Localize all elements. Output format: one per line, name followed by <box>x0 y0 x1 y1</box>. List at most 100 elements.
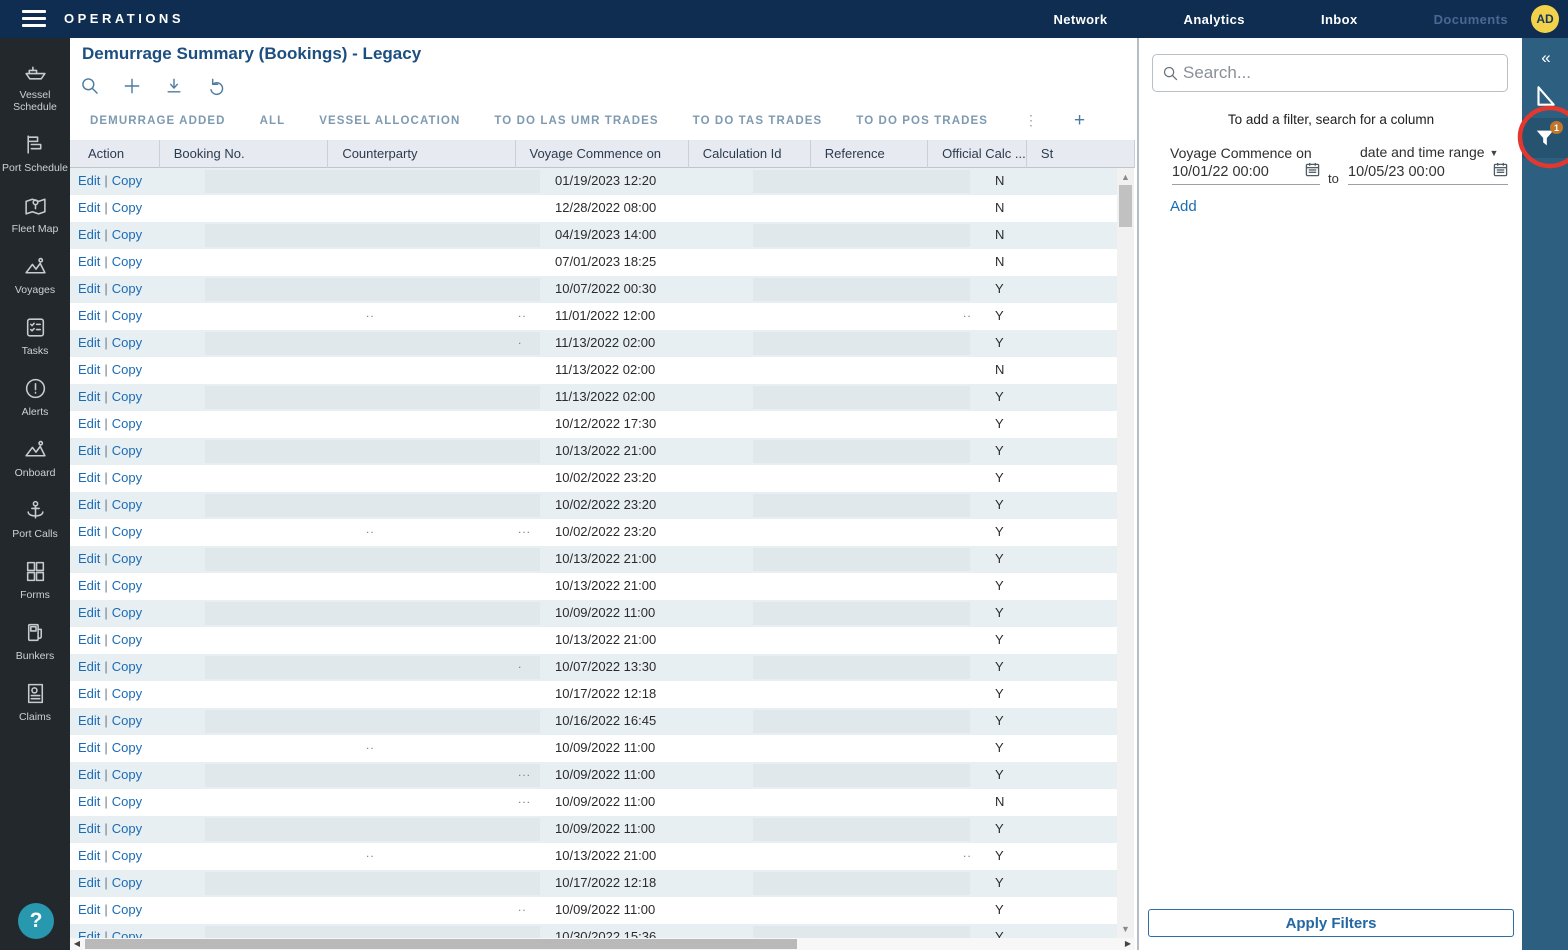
copy-link[interactable]: Copy <box>112 902 142 917</box>
scroll-down-arrow[interactable]: ▼ <box>1117 922 1134 936</box>
sidebar-item-forms[interactable]: Forms <box>0 550 70 611</box>
edit-link[interactable]: Edit <box>78 281 100 296</box>
collapse-panel-icon[interactable]: « <box>1522 48 1568 74</box>
copy-link[interactable]: Copy <box>112 227 142 242</box>
nav-item-documents[interactable]: Documents <box>1434 12 1508 27</box>
tab-to-do-las-umr-trades[interactable]: TO DO LAS UMR TRADES <box>494 115 658 127</box>
edit-link[interactable]: Edit <box>78 713 100 728</box>
measure-triangle-icon[interactable] <box>1532 83 1558 114</box>
copy-link[interactable]: Copy <box>112 200 142 215</box>
horizontal-scrollbar[interactable]: ◀ ▶ <box>70 938 1135 950</box>
date-to-input[interactable] <box>1348 162 1458 184</box>
hamburger-menu-icon[interactable] <box>22 10 46 27</box>
edit-link[interactable]: Edit <box>78 767 100 782</box>
horizontal-scroll-thumb[interactable] <box>85 939 797 949</box>
copy-link[interactable]: Copy <box>112 443 142 458</box>
copy-link[interactable]: Copy <box>112 308 142 323</box>
copy-link[interactable]: Copy <box>112 767 142 782</box>
edit-link[interactable]: Edit <box>78 929 100 938</box>
column-header-booking-no[interactable]: Booking No. <box>160 140 329 168</box>
copy-link[interactable]: Copy <box>112 740 142 755</box>
edit-link[interactable]: Edit <box>78 173 100 188</box>
nav-item-analytics[interactable]: Analytics <box>1184 12 1245 27</box>
apply-filters-button[interactable]: Apply Filters <box>1148 909 1514 937</box>
copy-link[interactable]: Copy <box>112 254 142 269</box>
copy-link[interactable]: Copy <box>112 389 142 404</box>
copy-link[interactable]: Copy <box>112 281 142 296</box>
edit-link[interactable]: Edit <box>78 632 100 647</box>
copy-link[interactable]: Copy <box>112 632 142 647</box>
copy-link[interactable]: Copy <box>112 875 142 890</box>
edit-link[interactable]: Edit <box>78 659 100 674</box>
sidebar-item-port-schedule[interactable]: Port Schedule <box>0 123 70 184</box>
copy-link[interactable]: Copy <box>112 578 142 593</box>
column-header-action[interactable]: Action <box>70 140 160 168</box>
copy-link[interactable]: Copy <box>112 497 142 512</box>
edit-link[interactable]: Edit <box>78 821 100 836</box>
edit-link[interactable]: Edit <box>78 740 100 755</box>
copy-link[interactable]: Copy <box>112 929 142 938</box>
add-icon[interactable] <box>120 74 144 98</box>
copy-link[interactable]: Copy <box>112 848 142 863</box>
copy-link[interactable]: Copy <box>112 794 142 809</box>
edit-link[interactable]: Edit <box>78 551 100 566</box>
tab-to-do-tas-trades[interactable]: TO DO TAS TRADES <box>693 115 823 127</box>
add-filter-link[interactable]: Add <box>1170 198 1197 215</box>
column-header-counterparty[interactable]: Counterparty <box>328 140 515 168</box>
date-from-input[interactable] <box>1172 162 1282 184</box>
edit-link[interactable]: Edit <box>78 686 100 701</box>
edit-link[interactable]: Edit <box>78 524 100 539</box>
search-icon[interactable] <box>78 74 102 98</box>
calendar-icon[interactable] <box>1493 162 1508 184</box>
sidebar-item-bunkers[interactable]: Bunkers <box>0 611 70 672</box>
edit-link[interactable]: Edit <box>78 416 100 431</box>
column-header-reference[interactable]: Reference <box>811 140 928 168</box>
filter-range-type-dropdown[interactable]: date and time range▼ <box>1360 144 1498 160</box>
copy-link[interactable]: Copy <box>112 470 142 485</box>
sidebar-item-onboard[interactable]: Onboard <box>0 428 70 489</box>
copy-link[interactable]: Copy <box>112 605 142 620</box>
sidebar-item-tasks[interactable]: Tasks <box>0 306 70 367</box>
vertical-scrollbar[interactable]: ▲ ▼ <box>1117 168 1134 938</box>
edit-link[interactable]: Edit <box>78 200 100 215</box>
edit-link[interactable]: Edit <box>78 470 100 485</box>
column-header-voyage-commence-on[interactable]: Voyage Commence on <box>516 140 689 168</box>
tab-vessel-allocation[interactable]: VESSEL ALLOCATION <box>319 115 460 127</box>
edit-link[interactable]: Edit <box>78 254 100 269</box>
edit-link[interactable]: Edit <box>78 362 100 377</box>
undo-icon[interactable] <box>204 74 228 98</box>
nav-item-inbox[interactable]: Inbox <box>1321 12 1358 27</box>
edit-link[interactable]: Edit <box>78 902 100 917</box>
copy-link[interactable]: Copy <box>112 821 142 836</box>
add-tab-icon[interactable]: + <box>1074 113 1085 129</box>
edit-link[interactable]: Edit <box>78 794 100 809</box>
sidebar-item-fleet-map[interactable]: Fleet Map <box>0 184 70 245</box>
tab-to-do-pos-trades[interactable]: TO DO POS TRADES <box>856 115 988 127</box>
sidebar-item-claims[interactable]: Claims <box>0 672 70 733</box>
copy-link[interactable]: Copy <box>112 713 142 728</box>
edit-link[interactable]: Edit <box>78 848 100 863</box>
scroll-up-arrow[interactable]: ▲ <box>1117 170 1134 184</box>
column-header-st[interactable]: St <box>1027 140 1135 168</box>
filter-funnel-button[interactable]: 1 <box>1522 118 1568 158</box>
help-button[interactable]: ? <box>18 903 54 939</box>
edit-link[interactable]: Edit <box>78 443 100 458</box>
copy-link[interactable]: Copy <box>112 686 142 701</box>
filter-search-input[interactable] <box>1179 63 1507 83</box>
edit-link[interactable]: Edit <box>78 389 100 404</box>
column-header-official-calc[interactable]: Official Calc ... <box>928 140 1027 168</box>
tab-demurrage-added[interactable]: DEMURRAGE ADDED <box>90 115 226 127</box>
edit-link[interactable]: Edit <box>78 335 100 350</box>
sidebar-item-vessel-schedule[interactable]: Vessel Schedule <box>0 50 70 123</box>
tab-all[interactable]: ALL <box>260 115 286 127</box>
nav-item-network[interactable]: Network <box>1053 12 1107 27</box>
scroll-right-arrow[interactable]: ▶ <box>1121 938 1135 950</box>
user-avatar[interactable]: AD <box>1531 5 1559 33</box>
scroll-left-arrow[interactable]: ◀ <box>70 938 84 950</box>
edit-link[interactable]: Edit <box>78 875 100 890</box>
tab-overflow-kebab-icon[interactable]: ⋮ <box>1022 112 1040 129</box>
copy-link[interactable]: Copy <box>112 659 142 674</box>
copy-link[interactable]: Copy <box>112 335 142 350</box>
calendar-icon[interactable] <box>1305 162 1320 184</box>
copy-link[interactable]: Copy <box>112 173 142 188</box>
